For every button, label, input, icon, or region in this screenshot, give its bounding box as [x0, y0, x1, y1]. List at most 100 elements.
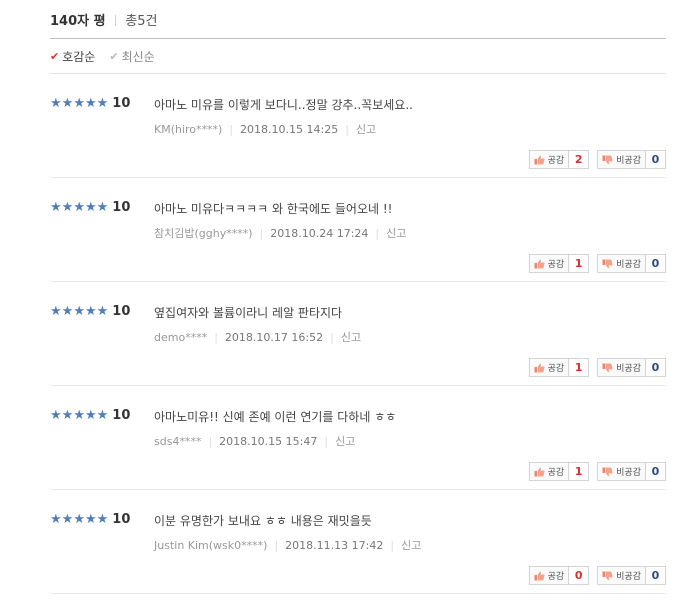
review-meta: KM(hiro****) | 2018.10.15 14:25 | 신고	[154, 121, 376, 137]
report-link[interactable]: 신고	[356, 121, 376, 137]
report-link[interactable]: 신고	[401, 537, 421, 553]
star-icon: ★	[84, 512, 97, 527]
dislike-button[interactable]: 비공감	[597, 254, 646, 273]
review-comment: 아마노 미유를 이렇게 보다니..정말 강추..꼭보세요..	[154, 98, 413, 112]
like-button[interactable]: 공감	[528, 150, 570, 169]
like-count: 1	[569, 358, 590, 377]
star-rating: ★ ★ ★ ★ ★ 10	[50, 304, 130, 319]
like-button[interactable]: 공감	[528, 566, 570, 585]
star-icon: ★	[96, 408, 109, 423]
star-rating: ★ ★ ★ ★ ★ 10	[50, 96, 130, 111]
star-icon: ★	[61, 512, 74, 527]
star-icon: ★	[50, 200, 62, 215]
dislike-count: 0	[646, 254, 666, 273]
report-link[interactable]: 신고	[341, 329, 361, 345]
dislike-button[interactable]: 비공감	[597, 462, 646, 481]
review-item: ★ ★ ★ ★ ★ 10 옆집여자와 볼륨이라니 레알 판타지다 demo***…	[50, 282, 666, 386]
review-comment: 아마노 미유다ㅋㅋㅋㅋ 와 한국에도 들어오네 !!	[154, 202, 393, 216]
review-author: KM(hiro****)	[154, 122, 223, 136]
like-button[interactable]: 공감	[528, 358, 570, 377]
vote-controls: 공감 1 비공감 0	[528, 358, 666, 377]
dislike-count: 0	[646, 150, 666, 169]
thumbs-up-icon	[534, 363, 545, 372]
dislike-count: 0	[646, 462, 666, 481]
star-icon: ★	[61, 200, 74, 215]
check-icon: ✔	[50, 49, 60, 63]
report-link[interactable]: 신고	[386, 225, 406, 241]
dislike-label: 비공감	[616, 156, 641, 166]
like-count: 0	[569, 566, 590, 585]
meta-divider: |	[259, 226, 264, 240]
star-rating: ★ ★ ★ ★ ★ 10	[50, 200, 130, 215]
review-date: 2018.10.15 14:25	[240, 122, 339, 136]
star-icon: ★	[73, 408, 85, 423]
dislike-label: 비공감	[616, 364, 641, 374]
check-icon: ✔	[109, 49, 119, 63]
thumbs-up-icon	[534, 259, 545, 268]
star-icon: ★	[50, 304, 62, 319]
like-label: 공감	[547, 572, 565, 582]
rating-score: 10	[112, 304, 131, 319]
review-author: Justin Kim(wsk0****)	[154, 538, 268, 552]
dislike-button[interactable]: 비공감	[597, 566, 646, 585]
meta-divider: |	[324, 434, 329, 448]
dislike-label: 비공감	[616, 260, 641, 270]
star-icon: ★	[96, 96, 109, 111]
like-count: 1	[569, 462, 590, 481]
vote-controls: 공감 1 비공감 0	[528, 254, 666, 273]
dislike-button[interactable]: 비공감	[597, 358, 646, 377]
review-header: 140자 평 | 총5건	[50, 0, 666, 39]
review-section-title: 140자 평	[50, 13, 106, 29]
review-author: sds4****	[154, 434, 202, 448]
review-item: ★ ★ ★ ★ ★ 10 아마노 미유다ㅋㅋㅋㅋ 와 한국에도 들어오네 !! …	[50, 178, 666, 282]
star-icon: ★	[73, 96, 85, 111]
meta-divider: |	[390, 538, 395, 552]
star-icon: ★	[84, 200, 97, 215]
star-rating: ★ ★ ★ ★ ★ 10	[50, 408, 130, 423]
review-meta: Justin Kim(wsk0****) | 2018.11.13 17:42 …	[154, 537, 421, 553]
thumbs-down-icon	[602, 571, 613, 580]
review-date: 2018.10.24 17:24	[270, 226, 369, 240]
like-button[interactable]: 공감	[528, 254, 570, 273]
meta-divider: |	[274, 538, 279, 552]
sort-by-latest[interactable]: ✔ 최신순	[109, 48, 154, 65]
thumbs-down-icon	[602, 155, 613, 164]
meta-divider: |	[345, 122, 349, 136]
vote-controls: 공감 0 비공감 0	[528, 566, 666, 585]
like-label: 공감	[547, 364, 565, 374]
sort-bar: ✔ 호감순 ✔ 최신순	[50, 39, 666, 74]
star-icon: ★	[50, 408, 62, 423]
review-author: demo****	[154, 330, 208, 344]
review-comment: 아마노미유!! 신예 존예 이런 연기를 다하네 ㅎㅎ	[154, 410, 397, 424]
like-button[interactable]: 공감	[528, 462, 570, 481]
review-item: ★ ★ ★ ★ ★ 10 이분 유명한가 보내요 ㅎㅎ 내용은 재밋을듯 Jus…	[50, 490, 666, 594]
dislike-button[interactable]: 비공감	[597, 150, 646, 169]
star-icon: ★	[61, 96, 74, 111]
meta-divider: |	[229, 122, 234, 136]
review-date: 2018.10.15 15:47	[219, 434, 318, 448]
sort-by-likes[interactable]: ✔ 호감순	[50, 48, 95, 65]
like-count: 2	[569, 150, 590, 169]
review-list: ★ ★ ★ ★ ★ 10 아마노 미유를 이렇게 보다니..정말 강추..꼭보세…	[50, 74, 666, 594]
vote-controls: 공감 1 비공감 0	[528, 462, 666, 481]
review-meta: sds4**** | 2018.10.15 15:47 | 신고	[154, 433, 355, 449]
review-panel: 140자 평 | 총5건 ✔ 호감순 ✔ 최신순 ★ ★ ★ ★ ★ 10 아마…	[50, 0, 666, 594]
like-label: 공감	[547, 156, 565, 166]
like-label: 공감	[547, 260, 565, 270]
report-link[interactable]: 신고	[335, 433, 355, 449]
star-icon: ★	[96, 512, 109, 527]
like-label: 공감	[547, 468, 565, 478]
rating-score: 10	[112, 408, 131, 423]
rating-score: 10	[112, 96, 131, 111]
star-icon: ★	[73, 512, 85, 527]
thumbs-up-icon	[534, 155, 545, 164]
thumbs-up-icon	[534, 571, 545, 580]
rating-score: 10	[112, 512, 131, 527]
vote-controls: 공감 2 비공감 0	[528, 150, 666, 169]
review-item: ★ ★ ★ ★ ★ 10 아마노 미유를 이렇게 보다니..정말 강추..꼭보세…	[50, 74, 666, 178]
review-comment: 옆집여자와 볼륨이라니 레알 판타지다	[154, 306, 343, 320]
thumbs-down-icon	[602, 467, 613, 476]
star-rating: ★ ★ ★ ★ ★ 10	[50, 512, 130, 527]
star-icon: ★	[84, 304, 97, 319]
review-total-count: 총5건	[125, 13, 158, 29]
